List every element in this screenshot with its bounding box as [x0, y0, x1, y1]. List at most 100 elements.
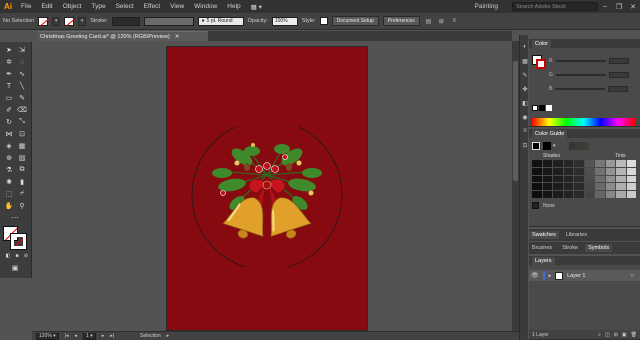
stroke-proxy[interactable]	[10, 233, 27, 250]
column-graph-tool-icon[interactable]: ▮	[17, 177, 27, 187]
appearance-panel-icon[interactable]: ◉	[521, 113, 529, 121]
zoom-level-field[interactable]: 120% ▾	[36, 332, 59, 340]
layers-panel-header[interactable]: Layers	[529, 256, 640, 265]
restore-button[interactable]: ❐	[612, 3, 626, 11]
none-mode-icon[interactable]: ⊘	[21, 251, 31, 261]
make-clipping-mask-icon[interactable]: ◫	[605, 332, 610, 338]
mesh-tool-icon[interactable]: ⊕	[4, 153, 14, 163]
menu-effect[interactable]: Effect	[139, 3, 166, 10]
white-color-swatch[interactable]	[546, 105, 552, 111]
shades-tints-grid[interactable]	[532, 160, 636, 198]
menu-type[interactable]: Type	[86, 3, 110, 10]
stroke-tab[interactable]: Stroke	[559, 244, 581, 252]
next-artboard-icon[interactable]: ▸	[102, 333, 105, 339]
menu-edit[interactable]: Edit	[36, 3, 57, 10]
green-channel-slider[interactable]: G	[549, 71, 629, 78]
rectangle-tool-icon[interactable]: ▭	[4, 93, 14, 103]
perspective-grid-tool-icon[interactable]: ▦	[17, 141, 27, 151]
eyedropper-tool-icon[interactable]: ⚗	[4, 165, 14, 175]
menu-file[interactable]: File	[16, 3, 36, 10]
close-tab-icon[interactable]: ✕	[175, 34, 180, 40]
fill-swatch[interactable]	[38, 16, 49, 26]
menu-help[interactable]: Help	[222, 3, 245, 10]
libraries-tab[interactable]: Libraries	[563, 231, 590, 239]
document-tab[interactable]: Christmas Greeting Card.ai* @ 120% (RGB/…	[38, 31, 208, 41]
direct-selection-tool-icon[interactable]: ⇲	[17, 45, 27, 55]
new-layer-icon[interactable]: ▣	[622, 332, 627, 338]
screen-mode-icon[interactable]: ▣	[10, 263, 20, 273]
minimize-button[interactable]: –	[598, 3, 612, 10]
status-menu-icon[interactable]: ▸	[167, 333, 170, 339]
new-sublayer-icon[interactable]: ⊞	[614, 332, 618, 338]
panel-menu-icon[interactable]: ≡	[450, 17, 459, 26]
symbols-panel-icon[interactable]: ✤	[521, 85, 529, 93]
stroke-weight-field[interactable]	[111, 16, 140, 26]
harmony-rule-bar[interactable]	[569, 142, 589, 150]
more-tools-icon[interactable]: ⋯	[10, 213, 20, 223]
document-setup-button[interactable]: Document Setup	[331, 16, 379, 26]
color-panel-stroke-swatch[interactable]	[536, 59, 546, 69]
stroke-label[interactable]: Stroke:	[90, 18, 107, 24]
vertical-scrollbar[interactable]	[512, 41, 519, 331]
curvature-tool-icon[interactable]: ∿	[17, 69, 27, 79]
artboard-number-field[interactable]: 1 ▾	[83, 332, 96, 340]
scrollbar-thumb[interactable]	[513, 61, 518, 181]
preferences-button[interactable]: Preferences	[382, 16, 420, 26]
christmas-bells-illustration[interactable]	[187, 127, 347, 267]
layer-row[interactable]: 👁 ▸ Layer 1 ○	[529, 270, 640, 281]
close-window-button[interactable]: ✕	[626, 3, 640, 11]
pen-tool-icon[interactable]: ✒	[4, 69, 14, 79]
paintbrush-tool-icon[interactable]: ✎	[17, 93, 27, 103]
gradient-tool-icon[interactable]: ▨	[17, 153, 27, 163]
delete-layer-icon[interactable]: 🗑	[631, 332, 637, 338]
color-guide-tab[interactable]: Color Guide	[532, 129, 568, 138]
transform-icon[interactable]: ⊞	[437, 17, 446, 26]
arrange-icon[interactable]: ▤	[424, 17, 433, 26]
hand-tool-icon[interactable]: ✋	[4, 201, 14, 211]
harmony-swatch-1[interactable]	[543, 142, 551, 150]
previous-artboard-icon[interactable]: ◂	[75, 333, 78, 339]
slice-tool-icon[interactable]: ⌿	[17, 189, 27, 199]
brushes-panel-icon[interactable]: ✎	[521, 71, 529, 79]
menu-object[interactable]: Object	[58, 3, 87, 10]
graphic-styles-panel-icon[interactable]: ◧	[521, 99, 529, 107]
width-tool-icon[interactable]: ⋈	[4, 129, 14, 139]
zoom-tool-icon[interactable]: ⚲	[17, 201, 27, 211]
menu-select[interactable]: Select	[111, 3, 139, 10]
layer-target-icon[interactable]: ○	[630, 273, 634, 279]
scale-tool-icon[interactable]: ⤡	[17, 117, 27, 127]
artboard-tool-icon[interactable]: ⬚	[4, 189, 14, 199]
magic-wand-tool-icon[interactable]: ✲	[4, 57, 14, 67]
line-tool-icon[interactable]: ╲	[17, 81, 27, 91]
variable-width-profile[interactable]	[143, 16, 194, 26]
stroke-swatch[interactable]	[64, 16, 75, 26]
layer-name[interactable]: Layer 1	[567, 273, 585, 279]
transform-panel-icon[interactable]: ⊡	[521, 141, 529, 149]
expand-layer-icon[interactable]: ▸	[549, 273, 552, 279]
black-color-swatch[interactable]	[539, 105, 545, 111]
swatches-panel-icon[interactable]: ▦	[521, 57, 529, 65]
free-transform-tool-icon[interactable]: ⊡	[17, 129, 27, 139]
rotate-tool-icon[interactable]: ↻	[4, 117, 14, 127]
selection-tool-icon[interactable]: ➤	[4, 45, 14, 55]
workspace-switcher-icon[interactable]: ▦ ▾	[246, 3, 267, 11]
brush-definition-select[interactable]: ● 5 pt. Round	[197, 16, 244, 26]
swatches-tab[interactable]: Swatches	[529, 231, 559, 239]
harmony-dropdown-icon[interactable]: ▾	[553, 143, 556, 149]
visibility-eye-icon[interactable]: 👁	[531, 272, 539, 279]
color-spectrum-bar[interactable]	[532, 118, 635, 126]
artboard[interactable]	[166, 46, 368, 331]
pencil-tool-icon[interactable]: ✐	[4, 105, 14, 115]
locate-object-icon[interactable]: ⌕	[598, 332, 601, 338]
color-panel-icon[interactable]: ◐	[521, 43, 529, 51]
align-panel-icon[interactable]: ≡	[521, 127, 529, 135]
last-artboard-icon[interactable]: ▸|	[110, 333, 114, 339]
search-stock-input[interactable]: Search Adobe Stock	[512, 2, 598, 11]
color-panel-tab[interactable]: Color	[532, 39, 552, 48]
lasso-tool-icon[interactable]: ◌	[17, 57, 27, 67]
blend-tool-icon[interactable]: ⧉	[17, 165, 27, 175]
limit-colors-icon[interactable]	[532, 202, 539, 209]
menu-window[interactable]: Window	[189, 3, 222, 10]
type-tool-icon[interactable]: T	[4, 81, 14, 91]
first-artboard-icon[interactable]: |◂	[65, 333, 69, 339]
